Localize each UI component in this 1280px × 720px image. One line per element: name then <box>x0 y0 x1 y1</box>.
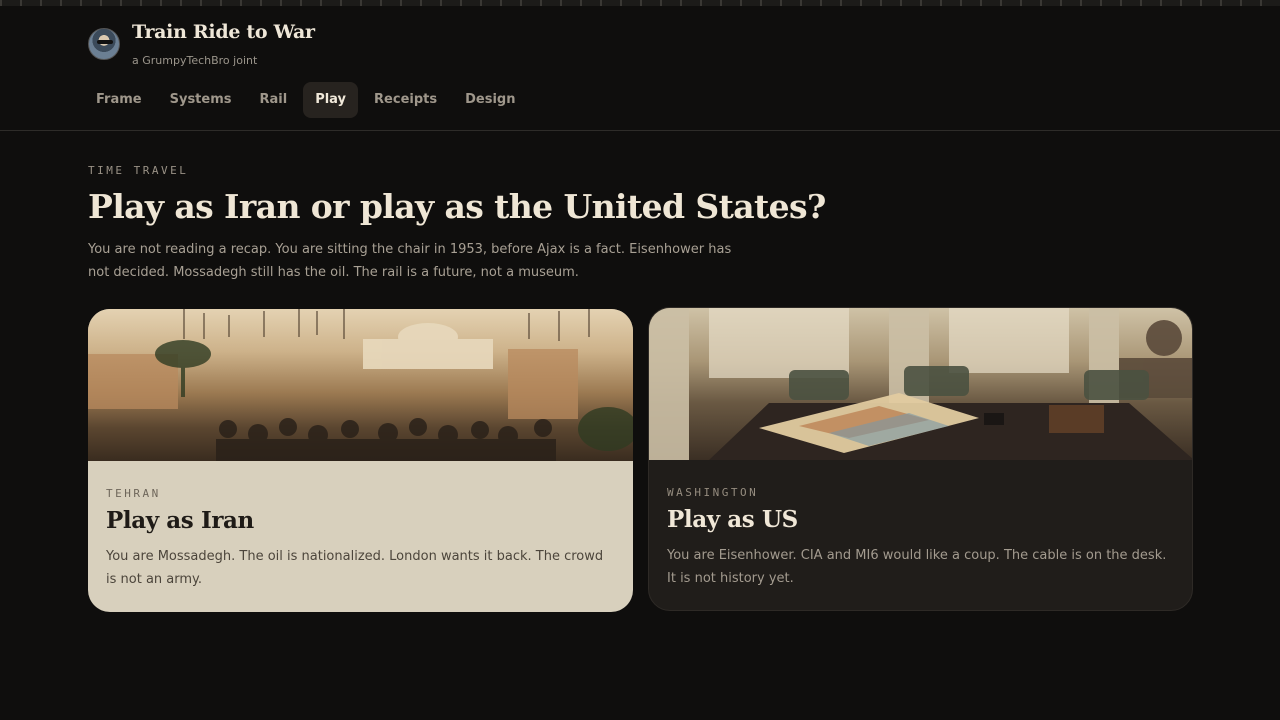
site-header: Train Ride to War a GrumpyTechBro joint … <box>0 6 1280 131</box>
section-eyebrow: TIME TRAVEL <box>88 164 189 177</box>
card-kicker: WASHINGTON <box>667 486 759 499</box>
lead-paragraph: You are not reading a recap. You are sit… <box>88 242 732 280</box>
brand[interactable]: Train Ride to War a GrumpyTechBro joint <box>88 20 315 67</box>
washington-scene-svg <box>649 308 1192 460</box>
card-description: You are Mossadegh. The oil is nationaliz… <box>106 549 604 587</box>
avatar <box>88 28 120 60</box>
nav-item-rail[interactable]: Rail <box>248 82 300 118</box>
page-title: Play as Iran or play as the United State… <box>88 187 826 226</box>
site-title[interactable]: Train Ride to War <box>132 20 315 44</box>
nav-item-play[interactable]: Play <box>303 82 359 118</box>
card-title: Play as US <box>667 506 798 533</box>
washington-office-map-illustration <box>649 308 1192 460</box>
card-kicker: TEHRAN <box>106 487 161 500</box>
play-as-iran-card[interactable]: TEHRAN Play as Iran You are Mossadegh. T… <box>88 309 633 612</box>
nav-item-systems[interactable]: Systems <box>158 82 244 118</box>
nav-item-design[interactable]: Design <box>453 82 527 118</box>
card-description: You are Eisenhower. CIA and MI6 would li… <box>667 548 1167 586</box>
card-title: Play as Iran <box>106 507 254 534</box>
site-subtitle: a GrumpyTechBro joint <box>132 54 258 67</box>
tehran-crowd-illustration <box>88 309 633 461</box>
brand-text: Train Ride to War a GrumpyTechBro joint <box>132 20 315 67</box>
main-nav: Frame Systems Rail Play Receipts Design <box>84 82 528 118</box>
tehran-scene-svg <box>88 309 633 461</box>
nav-item-frame[interactable]: Frame <box>84 82 154 118</box>
nav-item-receipts[interactable]: Receipts <box>362 82 449 118</box>
play-as-us-card[interactable]: WASHINGTON Play as US You are Eisenhower… <box>648 307 1193 611</box>
